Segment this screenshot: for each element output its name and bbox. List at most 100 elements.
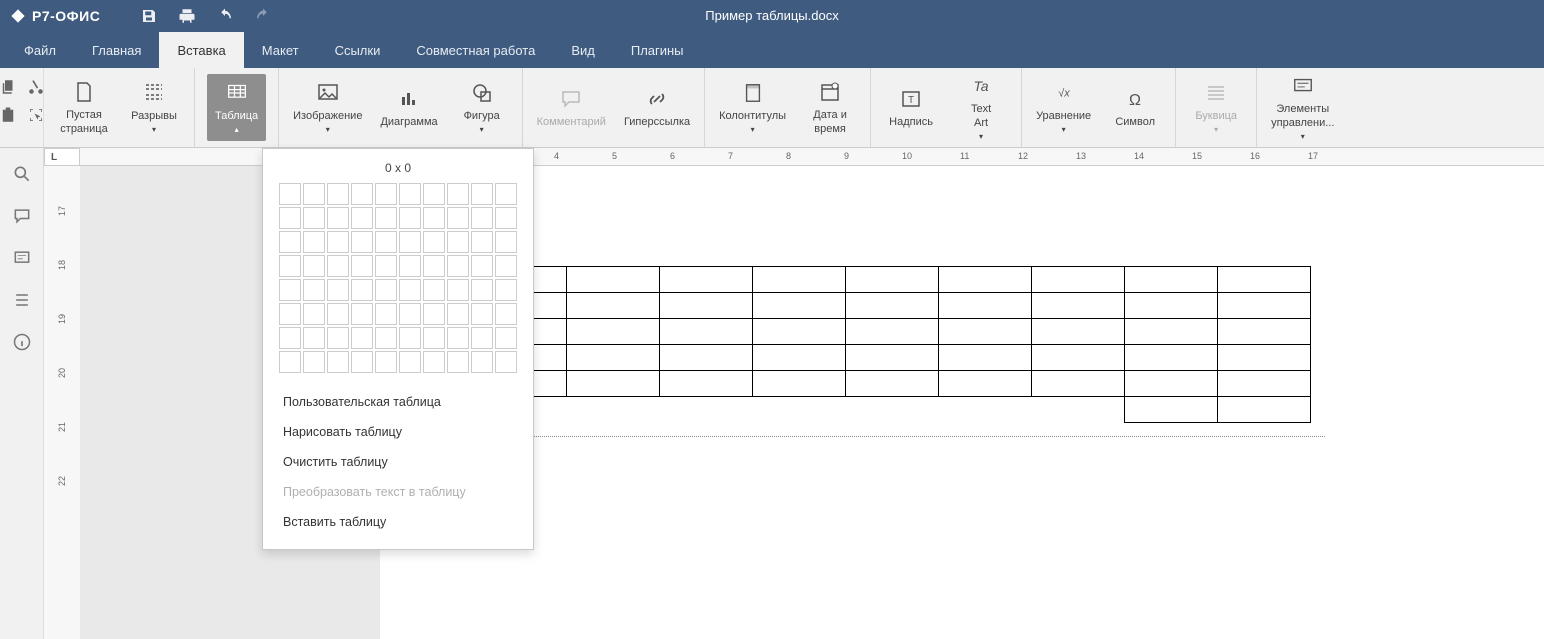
table-cell[interactable] — [567, 371, 660, 397]
table-menu-item-1[interactable]: Нарисовать таблицу — [263, 417, 533, 447]
table-grid-cell[interactable] — [423, 183, 445, 205]
table-grid-cell[interactable] — [279, 231, 301, 253]
table-cell[interactable] — [846, 319, 939, 345]
table-grid-cell[interactable] — [351, 255, 373, 277]
table-grid-cell[interactable] — [327, 303, 349, 325]
table-grid-cell[interactable] — [303, 255, 325, 277]
table-cell[interactable] — [660, 267, 753, 293]
table-cell[interactable] — [939, 397, 1032, 423]
table-cell[interactable] — [846, 371, 939, 397]
table-grid-cell[interactable] — [447, 255, 469, 277]
table-grid-cell[interactable] — [303, 351, 325, 373]
table-cell[interactable] — [1218, 293, 1311, 319]
table-grid-cell[interactable] — [375, 303, 397, 325]
table-cell[interactable] — [753, 319, 846, 345]
table-grid-cell[interactable] — [351, 279, 373, 301]
table-cell[interactable] — [1125, 293, 1218, 319]
table-grid-cell[interactable] — [303, 183, 325, 205]
caption-button[interactable]: T Надпись — [883, 82, 939, 134]
table-grid-cell[interactable] — [447, 351, 469, 373]
table-cell[interactable] — [846, 267, 939, 293]
table-grid-cell[interactable] — [471, 255, 493, 277]
table-grid-cell[interactable] — [423, 327, 445, 349]
chart-button[interactable]: Диаграмма — [378, 82, 439, 134]
table-grid-cell[interactable] — [327, 327, 349, 349]
save-icon[interactable] — [140, 7, 158, 25]
table-menu-item-0[interactable]: Пользовательская таблица — [263, 387, 533, 417]
hyperlink-button[interactable]: Гиперссылка — [622, 82, 692, 134]
table-grid-cell[interactable] — [327, 207, 349, 229]
table-cell[interactable] — [1218, 371, 1311, 397]
table-grid-cell[interactable] — [399, 279, 421, 301]
table-grid-cell[interactable] — [375, 327, 397, 349]
menu-item-1[interactable]: Главная — [74, 32, 159, 68]
table-grid-cell[interactable] — [303, 231, 325, 253]
table-grid-cell[interactable] — [423, 303, 445, 325]
table-grid-cell[interactable] — [351, 231, 373, 253]
table-cell[interactable] — [567, 397, 660, 423]
table-grid-cell[interactable] — [279, 207, 301, 229]
table-grid-cell[interactable] — [399, 351, 421, 373]
table-cell[interactable] — [1032, 371, 1125, 397]
menu-item-4[interactable]: Ссылки — [317, 32, 399, 68]
table-grid-cell[interactable] — [279, 327, 301, 349]
shape-button[interactable]: Фигура▾ — [454, 76, 510, 139]
menu-item-6[interactable]: Вид — [553, 32, 613, 68]
select-cursor-icon[interactable] — [27, 106, 45, 124]
table-insert-dropdown[interactable]: 0 x 0 Пользовательская таблицаНарисовать… — [262, 148, 534, 550]
breaks-button[interactable]: Разрывы▾ — [126, 76, 182, 139]
table-cell[interactable] — [753, 371, 846, 397]
table-grid-cell[interactable] — [327, 231, 349, 253]
table-size-grid[interactable] — [263, 183, 533, 381]
table-grid-cell[interactable] — [447, 303, 469, 325]
table-grid-cell[interactable] — [375, 231, 397, 253]
table-cell[interactable] — [660, 345, 753, 371]
image-button[interactable]: Изображение▾ — [291, 76, 364, 139]
table-grid-cell[interactable] — [423, 255, 445, 277]
table-grid-cell[interactable] — [423, 351, 445, 373]
table-grid-cell[interactable] — [279, 303, 301, 325]
table-cell[interactable] — [1032, 397, 1125, 423]
table-grid-cell[interactable] — [303, 303, 325, 325]
table-cell[interactable] — [1218, 397, 1311, 423]
blank-page-button[interactable]: Пустая страница — [56, 75, 112, 141]
table-grid-cell[interactable] — [471, 279, 493, 301]
table-cell[interactable] — [1218, 345, 1311, 371]
headings-panel-icon[interactable] — [12, 290, 32, 310]
table-cell[interactable] — [1032, 345, 1125, 371]
table-grid-cell[interactable] — [495, 327, 517, 349]
table-cell[interactable] — [1032, 319, 1125, 345]
table-grid-cell[interactable] — [423, 231, 445, 253]
header-footer-button[interactable]: Колонтитулы▾ — [717, 76, 788, 139]
table-grid-cell[interactable] — [399, 255, 421, 277]
table-grid-cell[interactable] — [327, 255, 349, 277]
table-cell[interactable] — [660, 319, 753, 345]
table-grid-cell[interactable] — [423, 279, 445, 301]
table-cell[interactable] — [753, 293, 846, 319]
table-grid-cell[interactable] — [375, 255, 397, 277]
menu-item-7[interactable]: Плагины — [613, 32, 702, 68]
table-grid-cell[interactable] — [471, 207, 493, 229]
content-controls-button[interactable]: Элементы управлени...▾ — [1269, 69, 1336, 146]
table-grid-cell[interactable] — [471, 303, 493, 325]
table-cell[interactable] — [753, 397, 846, 423]
copy-icon[interactable] — [0, 78, 17, 96]
undo-icon[interactable] — [216, 7, 234, 25]
table-cell[interactable] — [846, 345, 939, 371]
equation-button[interactable]: √x Уравнение▾ — [1034, 76, 1093, 139]
table-grid-cell[interactable] — [399, 327, 421, 349]
table-grid-cell[interactable] — [351, 207, 373, 229]
table-cell[interactable] — [567, 345, 660, 371]
table-grid-cell[interactable] — [351, 303, 373, 325]
table-grid-cell[interactable] — [303, 279, 325, 301]
table-grid-cell[interactable] — [351, 351, 373, 373]
table-cell[interactable] — [939, 267, 1032, 293]
table-grid-cell[interactable] — [471, 231, 493, 253]
table-cell[interactable] — [660, 397, 753, 423]
document-page[interactable] — [380, 166, 1544, 639]
table-cell[interactable] — [939, 293, 1032, 319]
table-grid-cell[interactable] — [471, 351, 493, 373]
table-grid-cell[interactable] — [375, 351, 397, 373]
table-grid-cell[interactable] — [423, 207, 445, 229]
table-grid-cell[interactable] — [447, 231, 469, 253]
